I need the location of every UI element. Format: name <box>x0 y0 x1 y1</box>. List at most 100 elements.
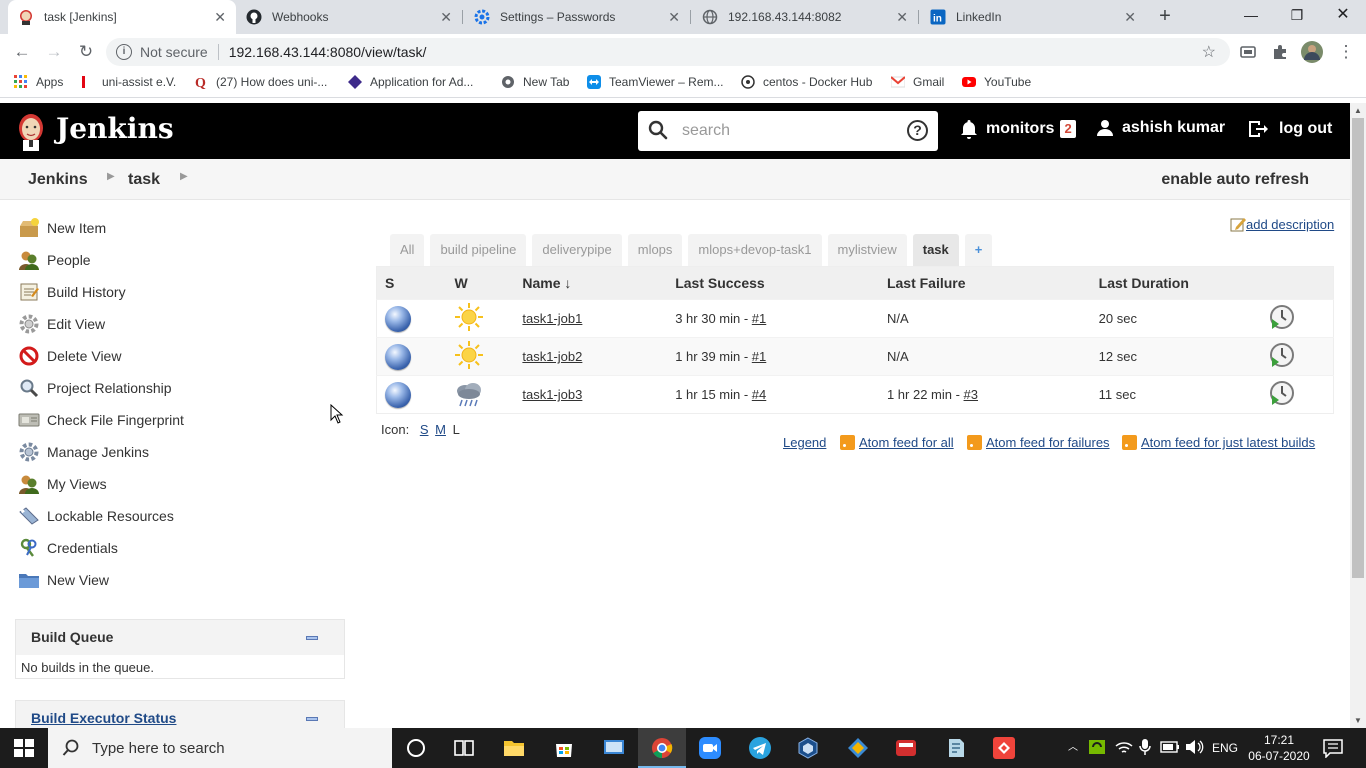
atom-feed-failures[interactable]: Atom feed for failures <box>967 435 1110 450</box>
task-view-icon[interactable] <box>452 736 476 760</box>
breadcrumb-arrow-icon[interactable]: ▶ <box>180 171 188 182</box>
atom-feed-latest[interactable]: Atom feed for just latest builds <box>1122 435 1315 450</box>
bookmark-youtube[interactable]: YouTube <box>962 75 1031 89</box>
column-last-duration[interactable]: Last Duration <box>1090 266 1261 300</box>
browser-tab-settings[interactable]: Settings – Passwords ✕ <box>464 0 690 34</box>
clock[interactable]: 17:21 06-07-2020 <box>1248 732 1310 764</box>
chrome-taskbar-button[interactable] <box>638 728 686 768</box>
status-blue-ball-icon[interactable] <box>385 343 411 370</box>
column-last-success[interactable]: Last Success <box>667 266 879 300</box>
browser-tab-jenkins[interactable]: task [Jenkins] ✕ <box>8 0 236 34</box>
column-last-failure[interactable]: Last Failure <box>878 266 1091 300</box>
close-tab-icon[interactable]: ✕ <box>1124 9 1136 26</box>
sidebar-item-my-views[interactable]: My Views <box>18 473 107 495</box>
address-bar[interactable]: i Not secure 192.168.43.144:8080/view/ta… <box>106 38 1230 66</box>
thunderstorm-weather-icon[interactable] <box>454 378 484 408</box>
sidebar-item-credentials[interactable]: Credentials <box>18 537 118 559</box>
app-window-icon[interactable] <box>602 736 626 760</box>
atom-feed-all-link[interactable]: Atom feed for all <box>859 435 954 450</box>
sidebar-item-build-history[interactable]: Build History <box>18 281 126 303</box>
search-input[interactable] <box>680 119 890 143</box>
extensions-puzzle-icon[interactable] <box>1271 43 1289 61</box>
atom-feed-all[interactable]: Atom feed for all <box>840 435 954 450</box>
build-number-link[interactable]: #1 <box>752 349 766 364</box>
add-view-tab[interactable]: + <box>964 234 993 266</box>
site-info-icon[interactable]: i <box>116 44 132 60</box>
schedule-build-icon[interactable] <box>1269 304 1295 330</box>
bookmark-new-tab[interactable]: New Tab <box>501 75 569 89</box>
jenkins-title[interactable]: Jenkins <box>56 112 174 145</box>
collapse-icon[interactable] <box>306 717 318 721</box>
sunny-weather-icon[interactable] <box>454 302 484 332</box>
new-tab-button[interactable]: + <box>1153 5 1177 29</box>
scrollbar-thumb[interactable] <box>1352 118 1364 578</box>
browser-tab-webhooks[interactable]: Webhooks ✕ <box>236 0 462 34</box>
breadcrumb-arrow-icon[interactable]: ▶ <box>107 171 115 182</box>
profile-avatar[interactable] <box>1300 40 1324 64</box>
taskbar-search-box[interactable]: Type here to search <box>48 728 392 768</box>
sidebar-item-new-view[interactable]: New View <box>18 569 109 591</box>
bookmark-quora[interactable]: Q (27) How does uni-... <box>194 75 327 89</box>
bookmark-teamviewer[interactable]: TeamViewer – Rem... <box>587 75 724 89</box>
tab-task[interactable]: task <box>912 234 959 266</box>
action-center-icon[interactable] <box>1322 738 1344 758</box>
column-name[interactable]: Name ↓ <box>514 266 668 300</box>
enable-auto-refresh-link[interactable]: enable auto refresh <box>1161 171 1309 189</box>
monitors-link[interactable]: monitors 2 <box>960 119 1076 139</box>
build-executor-title[interactable]: Build Executor Status <box>31 710 176 726</box>
close-window-button[interactable]: ✕ <box>1320 0 1366 30</box>
wifi-icon[interactable] <box>1114 738 1134 756</box>
sidebar-item-project-relationship[interactable]: Project Relationship <box>18 377 172 399</box>
browser-menu-button[interactable]: ⋮ <box>1334 40 1358 64</box>
tab-build-pipeline[interactable]: build pipeline <box>430 234 527 266</box>
volume-icon[interactable] <box>1184 738 1204 756</box>
icon-size-medium-link[interactable]: M <box>435 422 446 437</box>
tab-deliverypipe[interactable]: deliverypipe <box>532 234 622 266</box>
sidebar-item-new-item[interactable]: New Item <box>18 217 106 239</box>
minimize-window-button[interactable]: ― <box>1228 0 1274 30</box>
show-hidden-icons-icon[interactable]: ︿ <box>1068 728 1078 768</box>
close-tab-icon[interactable]: ✕ <box>668 9 680 26</box>
sidebar-item-check-file-fingerprint[interactable]: Check File Fingerprint <box>18 409 184 431</box>
tab-mylistview[interactable]: mylistview <box>827 234 907 266</box>
breadcrumb-task[interactable]: task <box>128 171 160 189</box>
sidebar-item-manage-jenkins[interactable]: Manage Jenkins <box>18 441 149 463</box>
job-link[interactable]: task1-job2 <box>522 349 582 364</box>
job-link[interactable]: task1-job3 <box>522 387 582 402</box>
network-tool-icon[interactable] <box>846 736 870 760</box>
close-tab-icon[interactable]: ✕ <box>440 9 452 26</box>
atom-feed-latest-link[interactable]: Atom feed for just latest builds <box>1141 435 1315 450</box>
battery-icon[interactable] <box>1160 740 1180 754</box>
tab-all[interactable]: All <box>390 234 425 266</box>
bookmark-star-icon[interactable]: ☆ <box>1202 42 1216 62</box>
zoom-icon[interactable] <box>698 736 722 760</box>
add-description-link[interactable]: add description <box>1230 216 1334 232</box>
file-explorer-icon[interactable] <box>502 736 526 760</box>
user-link[interactable]: ashish kumar <box>1097 119 1225 137</box>
scroll-down-arrow-icon[interactable]: ▼ <box>1354 716 1362 725</box>
schedule-build-icon[interactable] <box>1269 342 1295 368</box>
sidebar-item-delete-view[interactable]: Delete View <box>18 345 121 367</box>
build-number-link[interactable]: #3 <box>964 387 978 402</box>
column-status[interactable]: S <box>376 266 447 300</box>
sunny-weather-icon[interactable] <box>454 340 484 370</box>
restore-window-button[interactable]: ❐ <box>1274 0 1320 30</box>
build-number-link[interactable]: #1 <box>752 311 766 326</box>
bookmark-gmail[interactable]: Gmail <box>891 75 944 89</box>
notes-app-icon[interactable] <box>944 736 968 760</box>
bookmark-uni-assist[interactable]: uni-assist e.V. <box>80 75 176 89</box>
forward-button[interactable]: → <box>42 40 66 64</box>
bookmark-docker-hub[interactable]: centos - Docker Hub <box>741 75 872 89</box>
tab-mlops-devop-task1[interactable]: mlops+devop-task1 <box>688 234 822 266</box>
schedule-build-icon[interactable] <box>1269 380 1295 406</box>
virtualbox-icon[interactable] <box>796 736 820 760</box>
scroll-up-arrow-icon[interactable]: ▲ <box>1354 106 1362 115</box>
browser-tab-linkedin[interactable]: in LinkedIn ✕ <box>920 0 1146 34</box>
cast-icon[interactable] <box>1239 43 1257 61</box>
anydesk-icon[interactable] <box>992 736 1016 760</box>
close-tab-icon[interactable]: ✕ <box>214 9 226 26</box>
url-text[interactable]: 192.168.43.144:8080/view/task/ <box>229 44 427 60</box>
language-indicator[interactable]: ENG <box>1212 728 1238 768</box>
sidebar-item-lockable-resources[interactable]: Lockable Resources <box>18 505 174 527</box>
microphone-icon[interactable] <box>1138 738 1152 756</box>
